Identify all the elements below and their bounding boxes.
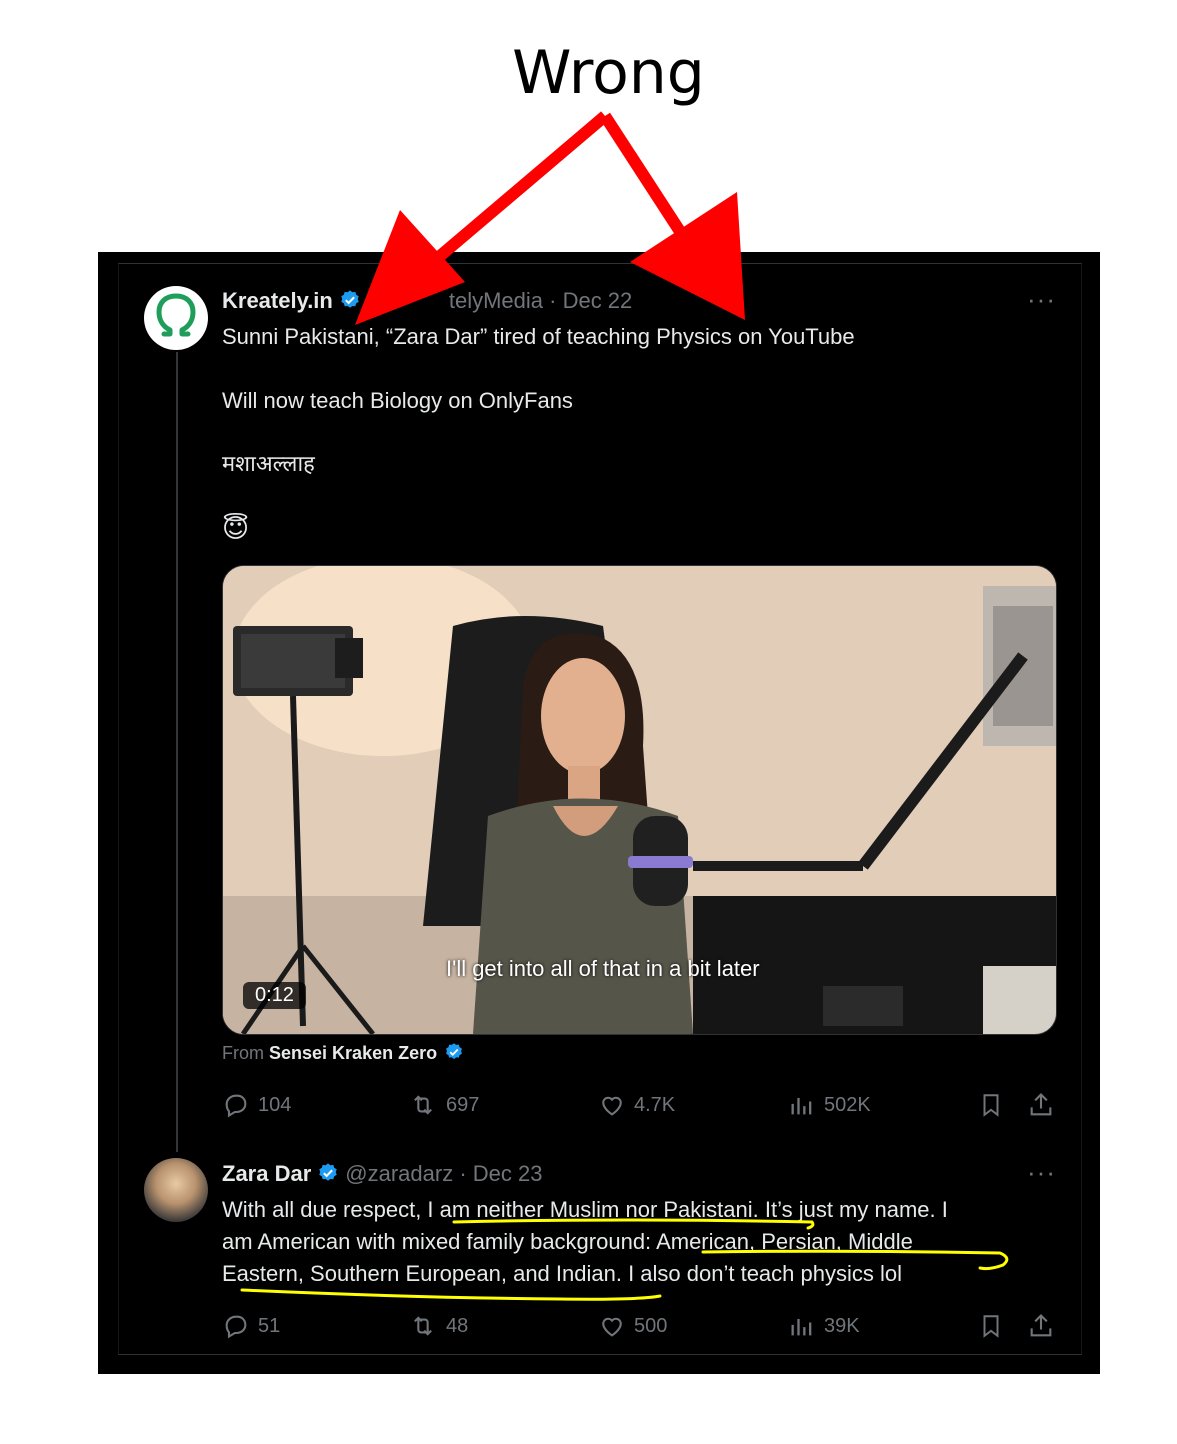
repost-count: 48 (446, 1314, 469, 1337)
from-prefix: From (222, 1043, 264, 1063)
bookmark-button[interactable] (978, 1312, 1004, 1340)
tweet2-line-2: am American with mixed family background… (222, 1229, 913, 1254)
video-timestamp: 0:12 (243, 982, 306, 1009)
kreately-avatar[interactable] (144, 286, 208, 350)
analytics-icon (791, 1319, 812, 1336)
repost-count: 697 (446, 1093, 480, 1116)
repost-button[interactable]: 697 (408, 1091, 479, 1119)
heart-icon (602, 1317, 622, 1337)
video-attribution: From Sensei Kraken Zero (222, 1042, 466, 1067)
views-count: 502K (824, 1093, 871, 1116)
reply-button[interactable]: 104 (222, 1091, 291, 1119)
thread-connector-line (176, 352, 178, 1152)
omega-logo-icon (156, 293, 196, 337)
reply-icon (225, 1315, 247, 1339)
annotation-label: Wrong (512, 38, 705, 108)
heart-icon (602, 1096, 622, 1116)
tweet2-display-name[interactable]: Zara Dar (222, 1161, 311, 1186)
video-caption: I'll get into all of that in a bit later (446, 956, 760, 981)
like-button[interactable]: 4.7K (598, 1091, 675, 1119)
reply-button[interactable]: 51 (222, 1312, 280, 1340)
tweet1-line-2: Will now teach Biology on OnlyFans (222, 388, 573, 413)
tweet1-handle-date[interactable]: telyMedia · Dec 22 (367, 288, 632, 313)
bookmark-icon (983, 1315, 999, 1338)
analytics-icon (791, 1098, 812, 1115)
tweet1-emoji: 😇 (222, 514, 250, 544)
zara-dar-avatar[interactable] (144, 1158, 208, 1222)
tweet2-handle-date[interactable]: @zaradarz · Dec 23 (345, 1161, 542, 1186)
like-count: 500 (634, 1314, 668, 1337)
share-button[interactable] (1027, 1091, 1055, 1119)
tweet2-actions: 51 48 500 39K (222, 1312, 1052, 1342)
tweet2-more-button[interactable]: ··· (1027, 1157, 1056, 1188)
repost-button[interactable]: 48 (408, 1312, 468, 1340)
like-button[interactable]: 500 (598, 1312, 667, 1340)
tweet1-line-1: Sunni Pakistani, “Zara Dar” tired of tea… (222, 324, 855, 349)
like-count: 4.7K (634, 1093, 676, 1116)
views-button[interactable]: 502K (788, 1091, 871, 1119)
tweet2-header: Zara Dar @zaradarz · Dec 23 (222, 1161, 542, 1190)
reply-count: 104 (258, 1093, 292, 1116)
tweet1-display-name[interactable]: Kreately.in (222, 288, 333, 313)
bookmark-button[interactable] (978, 1091, 1004, 1119)
verified-badge-icon (444, 1042, 464, 1067)
tweet2-line-3: Eastern, Southern European, and Indian. … (222, 1261, 902, 1286)
verified-badge-icon (317, 1162, 339, 1190)
share-button[interactable] (1027, 1312, 1055, 1340)
tweet1-more-button[interactable]: ··· (1027, 284, 1056, 315)
repost-icon (414, 1316, 432, 1336)
share-icon (1030, 1314, 1052, 1337)
views-button[interactable]: 39K (788, 1312, 860, 1340)
share-icon (1030, 1093, 1052, 1116)
reply-icon (225, 1094, 247, 1118)
from-source-name[interactable]: Sensei Kraken Zero (269, 1043, 437, 1063)
verified-badge-icon (339, 289, 361, 317)
tweet1-actions: 104 697 4.7K 502K (222, 1091, 1052, 1121)
tweet1-header: Kreately.in telyMedia · Dec 22 (222, 288, 632, 317)
tweet1-line-3: मशाअल्लाह (222, 452, 315, 477)
bookmark-icon (983, 1094, 999, 1117)
reply-count: 51 (258, 1314, 281, 1337)
views-count: 39K (824, 1314, 860, 1337)
repost-icon (414, 1095, 432, 1115)
tweet2-line-1: With all due respect, I am neither Musli… (222, 1197, 948, 1222)
